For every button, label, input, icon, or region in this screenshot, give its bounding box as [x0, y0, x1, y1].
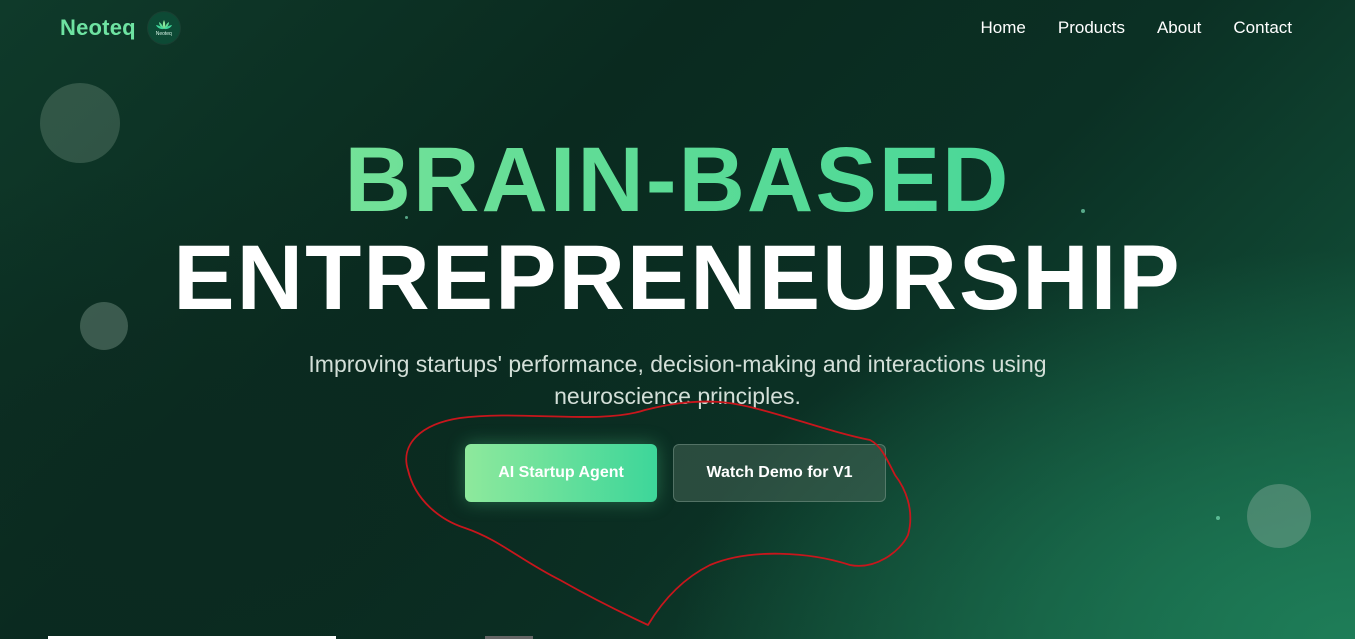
- nav-link-products[interactable]: Products: [1058, 18, 1125, 38]
- decorative-orb-bottom-right: [1247, 484, 1311, 548]
- ai-startup-agent-button[interactable]: AI Startup Agent: [465, 444, 657, 502]
- brand[interactable]: Neoteq Neoteq: [60, 12, 180, 44]
- nav-links: Home Products About Contact: [981, 18, 1292, 38]
- logo-text: Neoteq: [155, 30, 172, 37]
- hero-title-line2: ENTREPRENEURSHIP: [173, 227, 1182, 329]
- lotus-icon[interactable]: Neoteq: [147, 12, 180, 44]
- top-navbar: Neoteq Neoteq Home Products About Contac…: [0, 0, 1355, 56]
- brand-name[interactable]: Neoteq: [60, 15, 136, 41]
- watch-demo-button[interactable]: Watch Demo for V1: [673, 444, 886, 502]
- hero-title-line1: BRAIN-BASED: [0, 130, 1355, 230]
- nav-link-home[interactable]: Home: [981, 18, 1026, 38]
- lotus-icon-graphic: [155, 19, 172, 29]
- nav-link-contact[interactable]: Contact: [1233, 18, 1292, 38]
- hero-subtitle-wrapper: Improving startups' performance, decisio…: [0, 348, 1355, 412]
- hero-subtitle: Improving startups' performance, decisio…: [308, 351, 1047, 409]
- nav-link-about[interactable]: About: [1157, 18, 1201, 38]
- decorative-dot: [1216, 516, 1220, 520]
